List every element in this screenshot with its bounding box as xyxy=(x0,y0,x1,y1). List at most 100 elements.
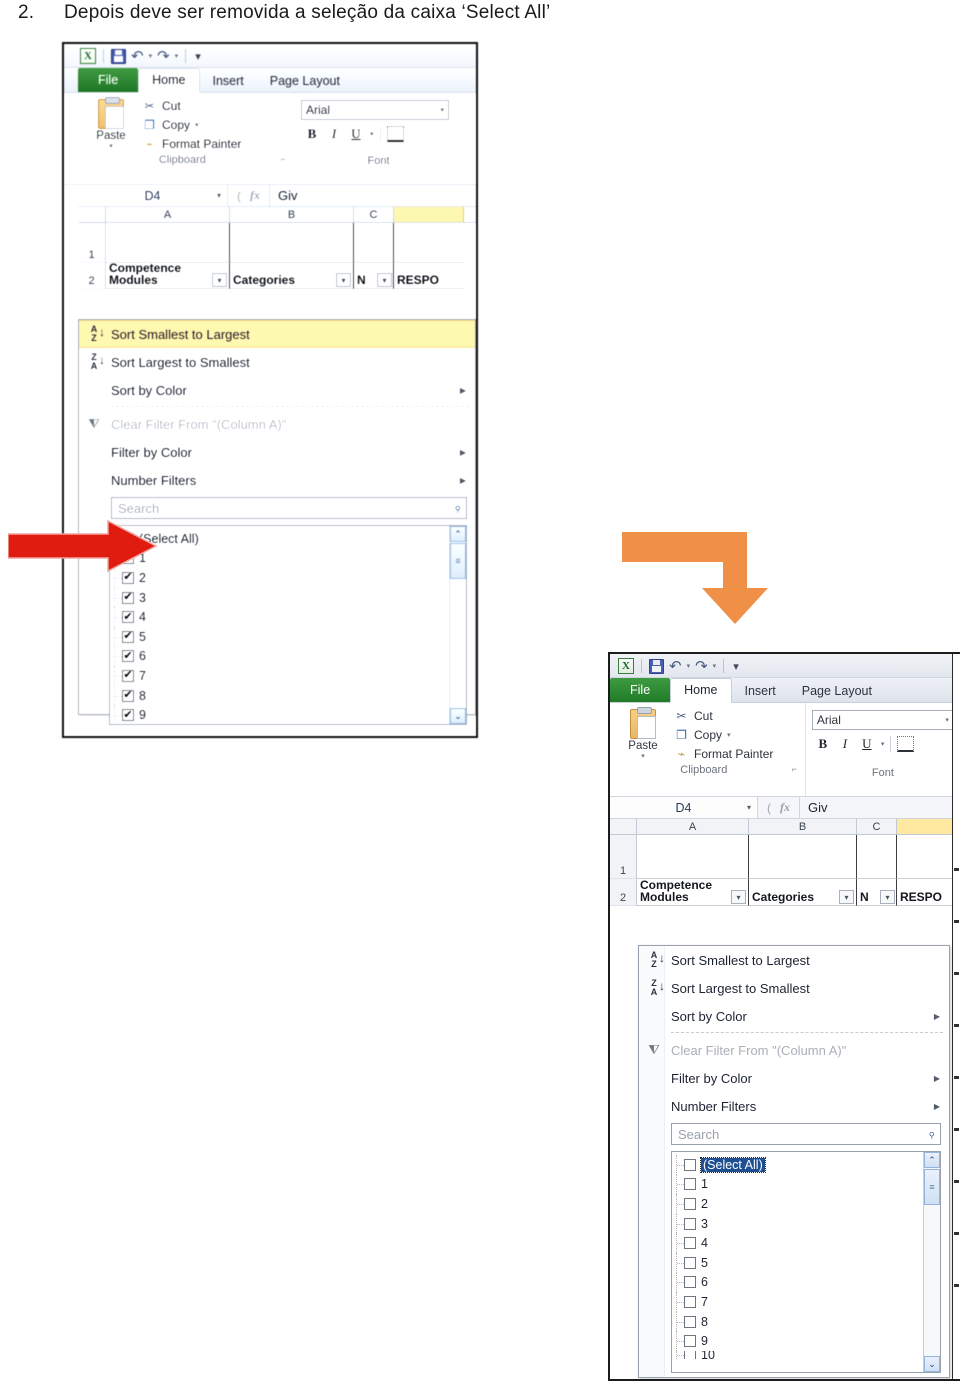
copy-button[interactable]: ❐ Copy ▾ xyxy=(670,726,777,743)
cell-a1[interactable] xyxy=(637,835,749,879)
list-item[interactable]: 9 xyxy=(672,1331,923,1351)
redo-dropdown-caret[interactable]: ▾ xyxy=(713,662,717,670)
tab-insert[interactable]: Insert xyxy=(732,680,789,703)
filter-value-listbox[interactable]: ✔ (Select All) ✔ 1 ✔ 2 ✔ 3 xyxy=(109,525,467,725)
list-item[interactable]: 5 xyxy=(672,1252,923,1273)
paste-dropdown-caret[interactable]: ▾ xyxy=(616,752,670,760)
cell-d2[interactable]: RESPO xyxy=(394,263,464,289)
list-item[interactable]: ✔ 7 xyxy=(110,666,449,686)
list-item[interactable]: ✔ 4 xyxy=(110,607,449,627)
clipboard-dialog-launcher-icon[interactable]: ⌐ xyxy=(792,764,797,774)
formula-bar-content[interactable]: Giv xyxy=(270,188,298,203)
list-item[interactable]: 3 xyxy=(672,1213,923,1234)
tab-home[interactable]: Home xyxy=(670,678,732,703)
scrollbar-thumb[interactable]: ≡ xyxy=(924,1169,940,1205)
list-item[interactable]: ✔ 5 xyxy=(110,626,449,647)
tab-page-layout[interactable]: Page Layout xyxy=(789,680,885,703)
cell-b2[interactable]: Categories ▾ xyxy=(749,879,857,906)
cell-b1[interactable] xyxy=(749,835,857,879)
copy-dropdown-caret[interactable]: ▾ xyxy=(195,121,199,129)
select-all-corner[interactable] xyxy=(78,207,106,222)
filter-button-column-a[interactable]: ▾ xyxy=(731,890,746,904)
borders-icon[interactable] xyxy=(386,126,404,142)
tab-home[interactable]: Home xyxy=(138,68,200,93)
paste-button-label[interactable]: Paste xyxy=(616,740,670,752)
column-header-a[interactable]: A xyxy=(106,207,230,222)
paste-icon[interactable] xyxy=(98,97,124,129)
filter-button-column-b[interactable]: ▾ xyxy=(336,273,351,287)
redo-icon[interactable]: ↷ xyxy=(157,49,170,64)
underline-button[interactable]: U xyxy=(348,126,364,142)
bold-button[interactable]: B xyxy=(304,126,320,142)
undo-dropdown-caret[interactable]: ▾ xyxy=(149,52,153,60)
undo-dropdown-caret[interactable]: ▾ xyxy=(687,662,691,670)
bold-button[interactable]: B xyxy=(815,736,831,752)
tab-file[interactable]: File xyxy=(78,68,139,93)
filter-button-column-c[interactable]: ▾ xyxy=(377,273,392,287)
cell-a2[interactable]: Competence Modules ▾ xyxy=(637,878,749,906)
filter-button-column-b[interactable]: ▾ xyxy=(839,890,854,904)
menu-item-sort-largest-to-smallest[interactable]: Z A ↓ Sort Largest to Smallest xyxy=(79,348,475,376)
menu-item-number-filters[interactable]: Number Filters ▶ xyxy=(639,1092,949,1120)
cancel-icon[interactable]: ( xyxy=(767,801,771,815)
name-box-caret[interactable]: ▾ xyxy=(217,191,221,200)
italic-button[interactable]: I xyxy=(837,736,853,752)
insert-function-icon[interactable]: fx xyxy=(250,188,260,203)
save-icon[interactable] xyxy=(111,48,126,64)
cell-a1[interactable] xyxy=(106,223,230,263)
list-item[interactable]: 1 xyxy=(672,1174,923,1195)
column-header-a[interactable]: A xyxy=(637,819,749,834)
formula-bar-content[interactable]: Giv xyxy=(800,800,828,815)
scrollbar-thumb[interactable]: ≡ xyxy=(450,543,466,579)
row-header-2[interactable]: 2 xyxy=(78,263,106,289)
font-name-caret[interactable]: ▾ xyxy=(440,106,444,114)
font-name-combobox[interactable]: Arial ▾ xyxy=(301,100,449,120)
menu-item-sort-largest-to-smallest[interactable]: Z A ↓ Sort Largest to Smallest xyxy=(639,974,949,1002)
listbox-scrollbar[interactable]: ⌃ ≡ ⌄ xyxy=(449,526,466,724)
list-item[interactable]: ✔ 6 xyxy=(110,646,449,667)
cell-b1[interactable] xyxy=(230,223,354,263)
column-header-c[interactable]: C xyxy=(354,207,394,222)
listbox-scrollbar[interactable]: ⌃ ≡ ⌄ xyxy=(923,1152,940,1372)
cell-c1[interactable] xyxy=(857,835,897,879)
column-header-b[interactable]: B xyxy=(230,207,354,222)
chevron-down-icon[interactable]: ⌄ xyxy=(450,708,466,724)
menu-item-filter-by-color[interactable]: Filter by Color ▶ xyxy=(639,1064,949,1092)
paste-dropdown-caret[interactable]: ▾ xyxy=(84,142,138,150)
list-item[interactable]: ✔ 1 xyxy=(110,548,449,569)
undo-icon[interactable]: ↶ xyxy=(131,49,144,64)
cell-c2[interactable]: N ▾ xyxy=(857,879,897,906)
column-header-d-selected[interactable] xyxy=(394,207,464,222)
menu-item-sort-by-color[interactable]: Sort by Color ▶ xyxy=(639,1002,949,1030)
list-item[interactable]: ✔ (Select All) xyxy=(110,529,449,549)
underline-dropdown-caret[interactable]: ▾ xyxy=(370,130,374,138)
insert-function-icon[interactable]: fx xyxy=(780,800,790,815)
column-header-d-selected[interactable] xyxy=(897,819,960,834)
list-item[interactable]: 7 xyxy=(672,1292,923,1312)
tab-page-layout[interactable]: Page Layout xyxy=(257,70,353,93)
list-item[interactable]: ✔ 2 xyxy=(110,568,449,588)
cell-d1[interactable] xyxy=(897,835,960,879)
search-input[interactable]: Search ⌕ xyxy=(111,497,467,519)
clipboard-dialog-launcher-icon[interactable]: ⌐ xyxy=(281,154,286,164)
italic-button[interactable]: I xyxy=(326,126,342,142)
cut-button[interactable]: ✂ Cut xyxy=(138,97,245,114)
paste-icon[interactable] xyxy=(630,707,656,739)
name-box[interactable]: D4 ▾ xyxy=(610,797,758,818)
font-name-caret[interactable]: ▾ xyxy=(945,716,949,724)
list-item[interactable]: 8 xyxy=(672,1311,923,1332)
cell-c2[interactable]: N ▾ xyxy=(354,263,394,289)
column-header-c[interactable]: C xyxy=(857,819,897,834)
format-painter-button[interactable]: ⌁ Format Painter xyxy=(670,745,777,762)
list-item[interactable]: 6 xyxy=(672,1272,923,1293)
list-item[interactable]: ✔ 8 xyxy=(110,685,449,706)
copy-button[interactable]: ❐ Copy ▾ xyxy=(138,116,245,133)
list-item[interactable]: 10 xyxy=(672,1350,923,1359)
list-item[interactable]: (Select All) xyxy=(672,1155,923,1175)
copy-dropdown-caret[interactable]: ▾ xyxy=(727,731,731,739)
row-header-1[interactable]: 1 xyxy=(610,835,637,879)
undo-icon[interactable]: ↶ xyxy=(669,659,682,674)
cell-d1[interactable] xyxy=(394,223,464,263)
filter-value-listbox[interactable]: (Select All) 1 2 3 4 5 6 7 8 9 10 ⌃ ≡ ⌄ xyxy=(671,1151,941,1373)
column-header-b[interactable]: B xyxy=(749,819,857,834)
